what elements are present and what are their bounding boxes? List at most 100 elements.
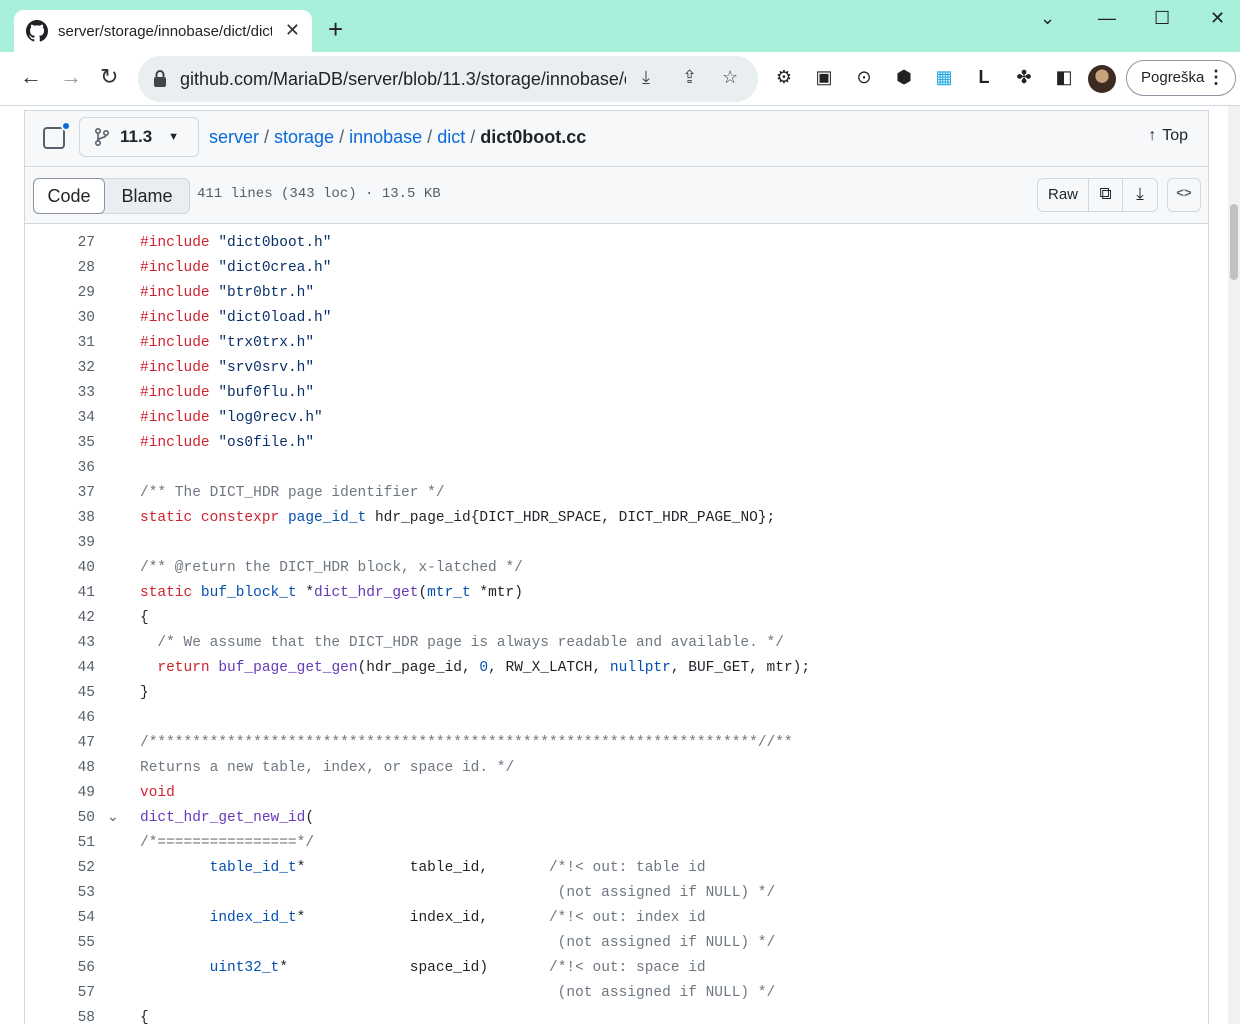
tab-code[interactable]: Code [33,178,105,214]
line-number[interactable]: 38 [25,510,95,526]
url-text[interactable]: github.com/MariaDB/server/blob/11.3/stor… [180,69,626,90]
line-number[interactable]: 33 [25,385,95,401]
extension-window-icon[interactable]: ▦ [932,67,956,91]
code-line: 38 static constexpr page_id_t hdr_page_id… [25,506,1208,531]
line-number[interactable]: 53 [25,885,95,901]
line-number[interactable]: 31 [25,335,95,351]
code-line: 52 table_id_t* table_id, /*!< out: table… [25,856,1208,881]
menu-dots-icon[interactable]: ⋮ [1207,67,1225,88]
line-number[interactable]: 46 [25,710,95,726]
line-number[interactable]: 57 [25,985,95,1001]
extension-cast-icon[interactable]: ▣ [812,67,836,91]
line-number[interactable]: 45 [25,685,95,701]
code-line: 45} [25,681,1208,706]
sidepanel-icon[interactable]: ◧ [1052,67,1076,91]
line-number[interactable]: 35 [25,435,95,451]
address-bar[interactable]: github.com/MariaDB/server/blob/11.3/stor… [138,56,758,102]
symbols-panel-icon[interactable]: <> [1167,178,1201,212]
file-header: 11.3 ▼ server / storage / innobase / dict / dict… [25,111,1208,167]
breadcrumb-storage[interactable]: storage [274,127,334,147]
line-number[interactable]: 51 [25,835,95,851]
minimize-button[interactable]: — [1098,8,1116,29]
line-number[interactable]: 49 [25,785,95,801]
code-line: 28 #include "dict0crea.h" [25,256,1208,281]
copy-icon[interactable]: ⧉ [1089,179,1124,211]
line-number[interactable]: 40 [25,560,95,576]
line-number[interactable]: 34 [25,410,95,426]
code-line: 39 [25,531,1208,556]
top-button[interactable]: ↑ Top [1148,127,1188,145]
line-number[interactable]: 43 [25,635,95,651]
extension-gear-icon[interactable]: ⚙ [772,67,796,91]
new-tab-button[interactable]: + [328,16,343,42]
download-icon[interactable]: ⤓ [1123,179,1157,211]
code-view[interactable]: 27 #include "dict0boot.h" 28 #include "dict… [25,225,1208,1025]
share-icon[interactable]: ⇪ [682,67,697,88]
breadcrumb-server[interactable]: server [209,127,259,147]
tab-close-icon[interactable]: ✕ [285,20,300,41]
code-text: index_id_t* index_id, /*!< out: index id [209,910,706,926]
line-number[interactable]: 37 [25,485,95,501]
branch-selector[interactable]: 11.3 ▼ [79,117,199,157]
line-number[interactable]: 48 [25,760,95,776]
browser-toolbar: ← → ↻ github.com/MariaDB/server/blob/11.… [0,52,1240,106]
tab-blame[interactable]: Blame [105,179,189,213]
code-text: #include "dict0load.h" [140,310,332,326]
close-window-button[interactable]: ✕ [1210,8,1225,29]
line-number[interactable]: 54 [25,910,95,926]
maximize-button[interactable]: ☐ [1154,8,1170,29]
line-number[interactable]: 39 [25,535,95,551]
code-text: #include "log0recv.h" [140,410,323,426]
extension-code-icon[interactable]: ⊙ [852,67,876,91]
code-line: 53 (not assigned if NULL) */ [25,881,1208,906]
line-number[interactable]: 50 [25,810,95,826]
line-number[interactable]: 44 [25,660,95,676]
code-text: { [140,1010,149,1025]
tabs-dropdown-icon[interactable]: ⌄ [1040,8,1055,29]
code-line: 47 /*************************************… [25,731,1208,756]
extension-l-icon[interactable]: L [972,67,996,91]
line-number[interactable]: 58 [25,1010,95,1025]
page-scrollbar[interactable] [1228,106,1240,1024]
line-number[interactable]: 52 [25,860,95,876]
file-tree-toggle-icon[interactable] [43,121,71,149]
line-number[interactable]: 47 [25,735,95,751]
avatar[interactable] [1088,65,1116,93]
line-number[interactable]: 28 [25,260,95,276]
view-switcher: Code Blame [33,178,190,214]
line-number[interactable]: 29 [25,285,95,301]
file-name: dict0boot.cc [480,127,587,147]
scrollbar-thumb[interactable] [1230,204,1238,280]
code-line: 49 void [25,781,1208,806]
code-line: 27 #include "dict0boot.h" [25,231,1208,256]
breadcrumb: server / storage / innobase / dict / dict0boot.c… [209,127,587,147]
install-icon[interactable]: ⤓ [642,67,650,88]
line-number[interactable]: 27 [25,235,95,251]
code-line: 54 index_id_t* index_id, /*!< out: index… [25,906,1208,931]
breadcrumb-innobase[interactable]: innobase [349,127,422,147]
extension-hex-icon[interactable]: ⬢ [892,67,916,91]
breadcrumb-dict[interactable]: dict [437,127,465,147]
line-number[interactable]: 32 [25,360,95,376]
line-number[interactable]: 36 [25,460,95,476]
line-number[interactable]: 55 [25,935,95,951]
reload-icon[interactable]: ↻ [100,64,118,90]
line-number[interactable]: 56 [25,960,95,976]
line-number[interactable]: 30 [25,310,95,326]
tab-title: server/storage/innobase/dict/dict0boot.c… [58,22,272,40]
line-number[interactable]: 41 [25,585,95,601]
line-number[interactable]: 42 [25,610,95,626]
fold-chevron-icon[interactable]: ⌄ [107,808,119,825]
top-label: Top [1162,127,1188,144]
code-line: 34 #include "log0recv.h" [25,406,1208,431]
forward-icon[interactable]: → [60,64,82,90]
raw-button[interactable]: Raw [1038,179,1090,211]
browser-tab[interactable]: server/storage/innobase/dict/dict0boot.c… [14,10,312,52]
lock-icon[interactable] [152,69,168,89]
file-panel: 11.3 ▼ server / storage / innobase / dict / dict… [24,110,1209,1025]
puzzle-icon[interactable]: ✤ [1012,67,1036,91]
star-icon[interactable]: ☆ [722,67,738,88]
back-icon[interactable]: ← [20,64,42,90]
profile-button[interactable]: Pogreška ⋮ [1126,60,1236,96]
code-line: 40 /** @return the DICT_HDR block, x-latc… [25,556,1208,581]
